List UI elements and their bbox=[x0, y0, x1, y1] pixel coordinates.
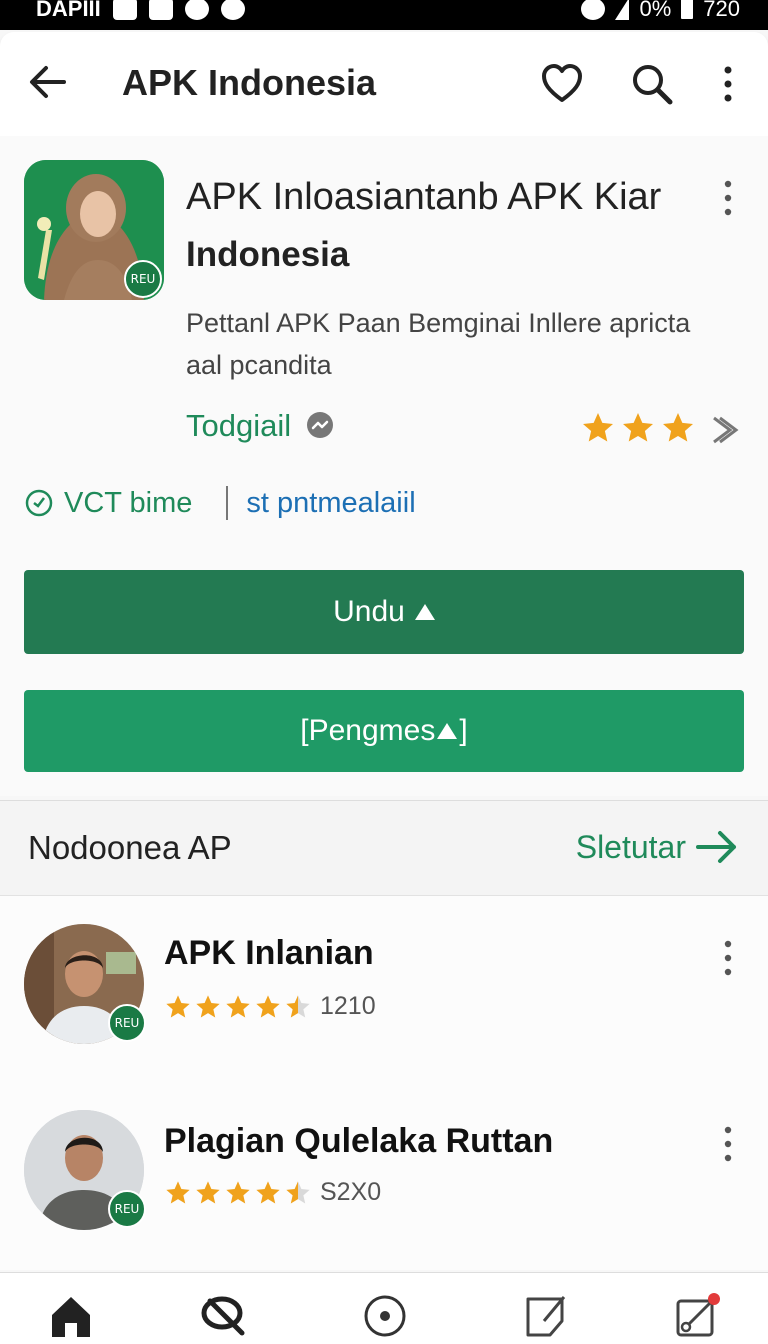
app-rating bbox=[580, 410, 696, 446]
section-title: Nodoonea AP bbox=[28, 829, 232, 866]
developer-name[interactable]: Todgiail bbox=[186, 408, 291, 444]
download-button-label: Undu bbox=[333, 595, 405, 628]
meta-time: VCT bime bbox=[24, 487, 192, 520]
star-icon bbox=[196, 994, 220, 1017]
triangle-up-icon bbox=[414, 604, 435, 620]
star-icon bbox=[256, 1180, 280, 1203]
triangle-up-icon bbox=[437, 723, 458, 739]
more-vert-icon[interactable] bbox=[716, 64, 740, 104]
star-icon bbox=[286, 1180, 310, 1203]
star-icon bbox=[256, 994, 280, 1017]
arrow-right-icon[interactable] bbox=[696, 827, 740, 867]
section-header: Nodoonea AP Sletutar bbox=[0, 800, 768, 896]
chevron-right-icon[interactable] bbox=[708, 412, 740, 448]
list-item-title: APK Inlanian bbox=[164, 934, 374, 972]
download-button[interactable]: Undu bbox=[24, 570, 744, 654]
see-all-label[interactable]: Sletutar bbox=[576, 829, 686, 866]
star-icon bbox=[226, 1180, 250, 1203]
meta-row: VCT bime st pntmealaiil bbox=[24, 486, 416, 520]
meta-divider bbox=[226, 486, 229, 520]
notification-icon bbox=[112, 0, 137, 20]
meta-link[interactable]: st pntmealaiil bbox=[246, 487, 415, 520]
app-name-line1: APK Inloasiantanb APK Kiar bbox=[186, 176, 662, 218]
rating-count: S2X0 bbox=[320, 1178, 382, 1206]
bottom-nav bbox=[0, 1272, 768, 1344]
chat-icon[interactable] bbox=[305, 411, 335, 441]
battery-percent: 0% bbox=[639, 0, 672, 21]
meta-time-label: VCT bime bbox=[64, 486, 193, 519]
settings-icon bbox=[184, 0, 209, 20]
secondary-button-label: [Pengmes bbox=[300, 714, 436, 747]
app-name: APK Inloasiantanb APK Kiar Indonesia bbox=[186, 168, 706, 284]
status-bar: DAPIII 0% 720 bbox=[0, 0, 768, 30]
star-icon bbox=[196, 1180, 220, 1203]
verified-badge: REU bbox=[108, 1190, 146, 1228]
arrow-left-icon[interactable] bbox=[28, 62, 68, 102]
app-bar: APK Indonesia bbox=[0, 32, 768, 136]
star-icon bbox=[286, 994, 310, 1017]
app-list: REU APK Inlanian 1210 REU Plagian Qulela… bbox=[0, 896, 768, 1270]
star-icon bbox=[663, 413, 693, 442]
star-icon bbox=[583, 413, 613, 442]
developer-row[interactable]: Todgiail bbox=[186, 408, 335, 444]
list-item-title: Plagian Qulelaka Ruttan bbox=[164, 1122, 554, 1160]
more-vert-icon[interactable] bbox=[716, 938, 740, 978]
home-icon[interactable] bbox=[46, 1291, 96, 1341]
page-title: APK Indonesia bbox=[122, 62, 377, 103]
star-icon bbox=[166, 994, 190, 1017]
battery-icon bbox=[681, 0, 694, 19]
record-icon[interactable] bbox=[360, 1291, 410, 1341]
discover-icon[interactable] bbox=[200, 1291, 250, 1341]
note-icon[interactable] bbox=[522, 1291, 572, 1341]
signal-icon bbox=[615, 0, 630, 20]
star-icon bbox=[226, 994, 250, 1017]
list-item[interactable]: REU APK Inlanian 1210 bbox=[0, 896, 768, 1066]
secondary-button-bracket: ] bbox=[459, 714, 468, 747]
rating-stars bbox=[164, 1179, 312, 1207]
eye-icon bbox=[581, 0, 606, 20]
list-item[interactable]: REU Plagian Qulelaka Ruttan S2X0 bbox=[0, 1084, 768, 1254]
see-all-link[interactable]: Sletutar bbox=[576, 827, 740, 867]
app-description: Pettanl APK Paan Bemginai Inllere aprict… bbox=[186, 308, 691, 380]
rating-stars bbox=[164, 993, 312, 1021]
search-icon[interactable] bbox=[630, 62, 674, 106]
star-icon bbox=[623, 413, 653, 442]
gallery-icon bbox=[148, 0, 173, 20]
app-detail-card: REU APK Inloasiantanb APK Kiar Indonesia… bbox=[0, 136, 768, 796]
more-vert-icon[interactable] bbox=[716, 178, 740, 218]
location-icon bbox=[220, 0, 245, 20]
clock-time: 720 bbox=[703, 0, 740, 21]
more-vert-icon[interactable] bbox=[716, 1124, 740, 1164]
app-name-line2: Indonesia bbox=[186, 235, 350, 274]
star-icon bbox=[166, 1180, 190, 1203]
edit-icon[interactable] bbox=[674, 1291, 724, 1341]
carrier-label: DAPIII bbox=[36, 0, 101, 21]
heart-icon[interactable] bbox=[540, 62, 584, 106]
secondary-button[interactable]: [Pengmes ] bbox=[24, 690, 744, 772]
list-item-rating: 1210 bbox=[164, 992, 376, 1021]
verified-badge: REU bbox=[124, 260, 162, 298]
app-icon[interactable]: REU bbox=[24, 160, 164, 300]
clock-icon bbox=[25, 489, 53, 517]
list-item-rating: S2X0 bbox=[164, 1178, 381, 1207]
verified-badge: REU bbox=[108, 1004, 146, 1042]
rating-count: 1210 bbox=[320, 992, 376, 1020]
